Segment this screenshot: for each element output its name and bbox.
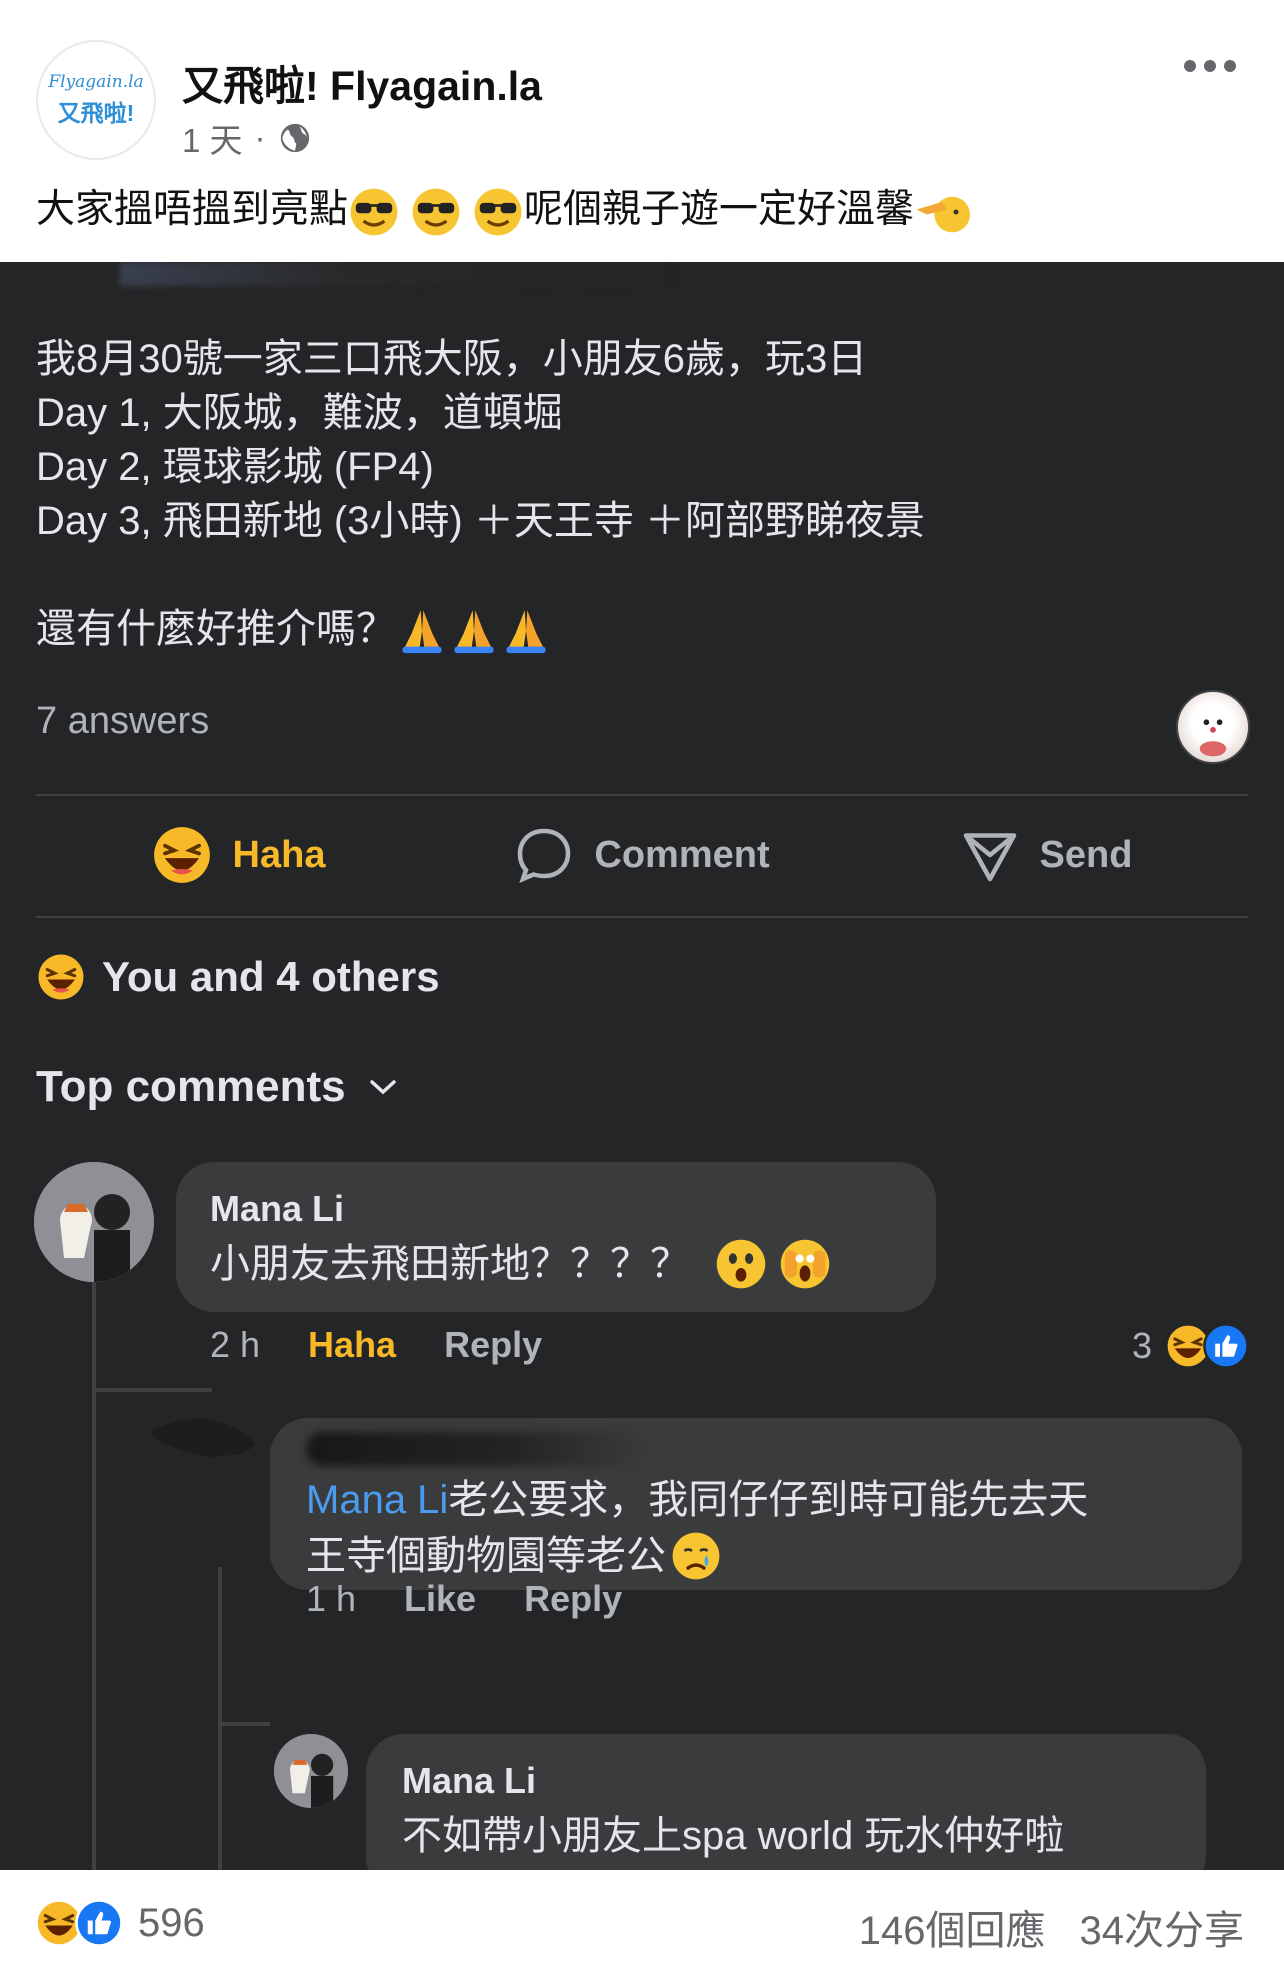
like-icon xyxy=(1203,1323,1249,1369)
post-caption: 大家搵唔搵到亮點 呢個親子遊一定好溫馨 xyxy=(36,178,971,238)
scream-emoji xyxy=(780,1239,830,1289)
send-button[interactable]: Send xyxy=(844,825,1248,885)
reply-mention[interactable]: Mana Li xyxy=(306,1478,448,1522)
thread-branch-2 xyxy=(218,1722,270,1726)
reply-text-line1: 老公要求，我同仔仔到時可能先去天 xyxy=(448,1478,1089,1522)
reply-bubble-2[interactable]: Mana Li 不如帶小朋友上spa world 玩水仲好啦 xyxy=(366,1734,1206,1870)
reply-text: Mana Li老公要求，我同仔仔到時可能先去天 王寺個動物園等老公 xyxy=(306,1472,1208,1584)
comment-haha-button[interactable]: Haha xyxy=(308,1324,396,1366)
comment-time[interactable]: 2 h xyxy=(210,1324,260,1366)
comment-label: Comment xyxy=(594,833,770,876)
post-footer: 596 146個回應 34次分享 xyxy=(0,1870,1284,1968)
reactions-summary-text: You and 4 others xyxy=(102,953,440,1000)
logo-text-top: Flyagain.la xyxy=(48,72,144,92)
embedded-screenshot: 我8月30號一家三口飛大阪，小朋友6歲，玩3日 Day 1, 大阪城，難波，道頓… xyxy=(0,262,1284,1870)
haha-label: Haha xyxy=(232,833,326,876)
reply-like-button[interactable]: Like xyxy=(404,1578,476,1620)
comment-meta: 2 h Haha Reply xyxy=(210,1324,542,1366)
comment-button[interactable]: Comment xyxy=(440,825,844,885)
top-comments-label: Top comments xyxy=(36,1062,346,1111)
reply-avatar-hidden xyxy=(150,1402,260,1462)
reply-text-2: 不如帶小朋友上spa world 玩水仲好啦 xyxy=(402,1814,1065,1858)
comment-reaction-count: 3 xyxy=(1131,1325,1152,1366)
footer-reactions[interactable]: 596 xyxy=(34,1898,205,1948)
question-line-3: Day 2, 環球影城 (FP4) xyxy=(36,445,434,489)
like-icon xyxy=(75,1899,123,1947)
logo-text-bottom: 又飛啦! xyxy=(57,100,135,126)
question-last-text: 還有什麼好推介嗎？ xyxy=(36,607,396,651)
page-name[interactable]: 又飛啦! Flyagain.la xyxy=(182,52,542,112)
reply-meta: 1 h Like Reply xyxy=(306,1578,622,1620)
sunglasses-emoji xyxy=(474,188,522,236)
comment-author[interactable]: Mana Li xyxy=(210,1188,902,1230)
sunglasses-emoji xyxy=(350,188,398,236)
sunglasses-emoji xyxy=(412,188,460,236)
pointing-hand-emoji xyxy=(916,196,971,233)
more-icon[interactable] xyxy=(1180,54,1240,78)
post-time[interactable]: 1 天 xyxy=(182,114,243,162)
haha-button[interactable]: Haha xyxy=(36,824,440,886)
footer-stats: 146個回應 34次分享 xyxy=(859,1898,1244,1956)
comment-text-body: 小朋友去飛田新地？？？？ xyxy=(210,1242,690,1286)
meta-separator: · xyxy=(254,119,266,156)
commenter-avatar[interactable] xyxy=(34,1162,154,1282)
haha-icon xyxy=(38,954,84,1000)
comment-reactions[interactable]: 3 xyxy=(1132,1322,1250,1370)
footer-shares-count[interactable]: 34次分享 xyxy=(1080,1898,1245,1956)
action-bar: Haha Comment Send xyxy=(36,796,1248,914)
astonished-emoji xyxy=(716,1239,766,1289)
reply-time[interactable]: 1 h xyxy=(306,1578,356,1620)
question-last-line: 還有什麼好推介嗎？ xyxy=(36,602,1236,656)
comment-icon xyxy=(518,828,571,884)
chevron-down-icon xyxy=(369,1080,396,1095)
reply-author[interactable]: Mana Li xyxy=(402,1760,1170,1802)
thread-branch-1 xyxy=(92,1388,212,1392)
send-icon xyxy=(963,833,1016,882)
page-avatar[interactable]: Flyagain.la 又飛啦! xyxy=(36,40,156,160)
reactions-summary[interactable]: You and 4 others xyxy=(36,952,440,1002)
comment-text: 小朋友去飛田新地？？？？ xyxy=(210,1236,902,1292)
reply-bubble[interactable]: Mana Li老公要求，我同仔仔到時可能先去天 王寺個動物園等老公 xyxy=(270,1418,1242,1590)
reply-text-line2: 王寺個動物園等老公 xyxy=(306,1534,666,1578)
cropped-top-edge xyxy=(120,262,680,286)
caption-text: 大家搵唔搵到亮點 xyxy=(36,188,349,231)
question-line-4: Day 3, 飛田新地 (3小時) ＋天王寺 ＋阿部野睇夜景 xyxy=(36,499,925,543)
answerer-avatar[interactable] xyxy=(1176,690,1250,764)
caption-text-2: 呢個親子遊一定好溫馨 xyxy=(524,188,915,231)
footer-reaction-count: 596 xyxy=(138,1900,205,1945)
redacted-author xyxy=(306,1432,646,1466)
pray-emoji xyxy=(402,610,442,654)
comment-bubble[interactable]: Mana Li 小朋友去飛田新地？？？？ xyxy=(176,1162,936,1312)
comment-reply-button[interactable]: Reply xyxy=(444,1324,542,1366)
post-header: Flyagain.la 又飛啦! 又飛啦! Flyagain.la 1 天 · … xyxy=(0,0,1284,262)
divider-bottom xyxy=(36,916,1248,918)
reply-author-avatar[interactable] xyxy=(274,1734,348,1808)
haha-icon xyxy=(153,827,210,883)
footer-comments-count[interactable]: 146個回應 xyxy=(859,1898,1046,1956)
question-line-2: Day 1, 大阪城，難波，道頓堀 xyxy=(36,391,563,435)
answers-count[interactable]: 7 answers xyxy=(36,700,209,743)
post-meta: 1 天 · xyxy=(182,114,312,162)
reply-reply-button[interactable]: Reply xyxy=(524,1578,622,1620)
pray-emoji xyxy=(454,610,494,654)
globe-icon xyxy=(280,123,309,153)
question-text: 我8月30號一家三口飛大阪，小朋友6歲，玩3日 Day 1, 大阪城，難波，道頓… xyxy=(36,332,1236,656)
thread-line-main xyxy=(92,1282,96,1870)
send-label: Send xyxy=(1039,833,1133,876)
question-line-1: 我8月30號一家三口飛大阪，小朋友6歲，玩3日 xyxy=(36,337,868,381)
pray-emoji xyxy=(506,610,546,654)
crying-emoji xyxy=(672,1532,720,1580)
top-comments-filter[interactable]: Top comments xyxy=(36,1062,398,1112)
thread-line-nested xyxy=(218,1567,222,1870)
